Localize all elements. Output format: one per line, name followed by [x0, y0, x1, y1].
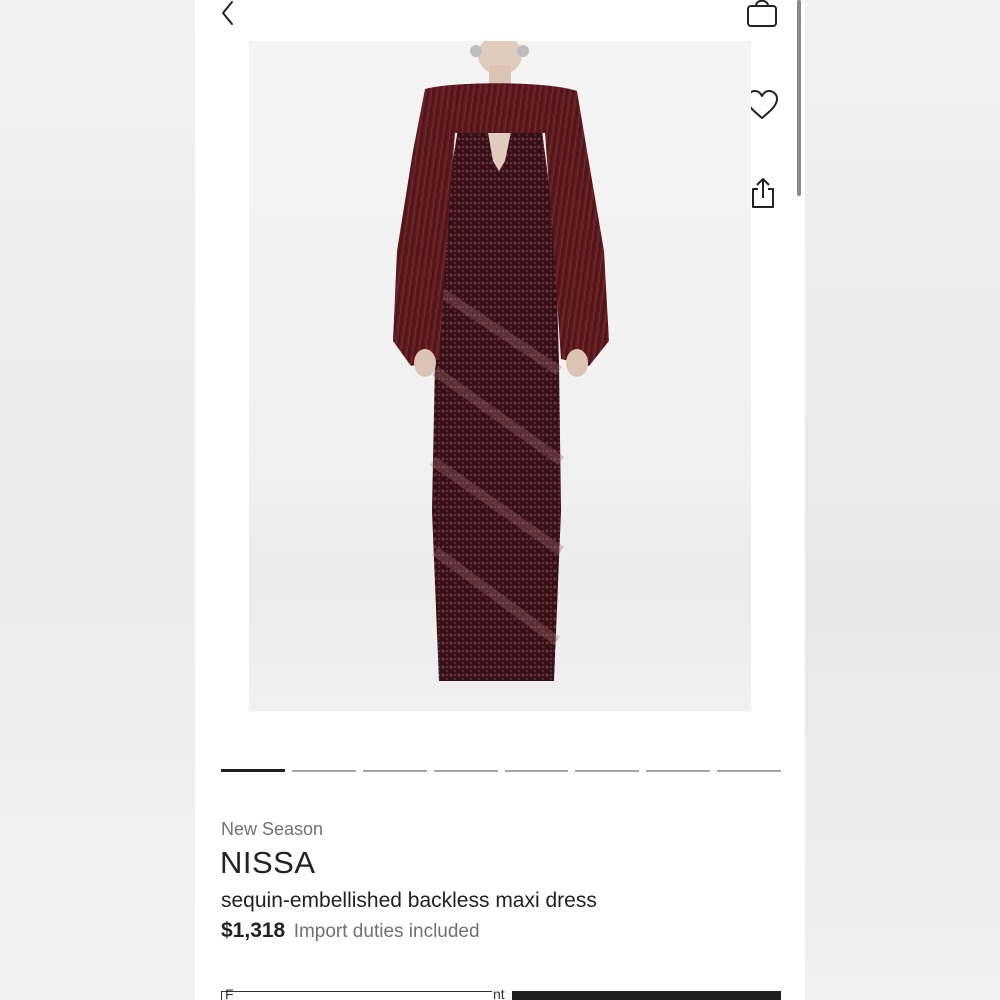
pager-segment-4[interactable]	[433, 770, 498, 772]
brand-name[interactable]: NISSA	[220, 845, 316, 881]
scrollbar[interactable]	[797, 0, 801, 196]
image-pager[interactable]	[221, 769, 781, 773]
pager-segment-7[interactable]	[646, 770, 711, 772]
offer-banner-right[interactable]	[512, 991, 781, 1000]
offer-banner-text: F	[225, 986, 234, 1000]
background-right	[805, 0, 1000, 1000]
pager-segment-8[interactable]	[717, 770, 781, 772]
offer-banner-left[interactable]	[221, 991, 492, 1000]
product-image[interactable]	[249, 41, 751, 711]
model-in-dress-illustration	[393, 41, 609, 681]
pager-segment-2[interactable]	[291, 770, 356, 772]
background-left	[0, 0, 195, 1000]
share-icon	[752, 178, 774, 208]
product-name: sequin-embellished backless maxi dress	[221, 889, 597, 912]
pager-segment-3[interactable]	[362, 770, 427, 772]
pager-segment-5[interactable]	[504, 770, 569, 772]
shopping-bag-button[interactable]	[743, 0, 781, 30]
product-screen: New Season NISSA sequin-embellished back…	[195, 0, 805, 1000]
pager-segment-1[interactable]	[221, 769, 285, 772]
product-price: $1,318	[221, 919, 286, 942]
back-button[interactable]	[213, 0, 243, 30]
offer-banner-text-2: nt	[493, 986, 505, 1000]
season-label: New Season	[221, 819, 324, 839]
price-row: $1,318 Import duties included	[221, 919, 480, 943]
import-duties-note: Import duties included	[293, 921, 480, 942]
pager-segment-6[interactable]	[575, 770, 640, 772]
shopping-bag-icon	[747, 0, 777, 27]
chevron-left-icon	[222, 1, 233, 25]
